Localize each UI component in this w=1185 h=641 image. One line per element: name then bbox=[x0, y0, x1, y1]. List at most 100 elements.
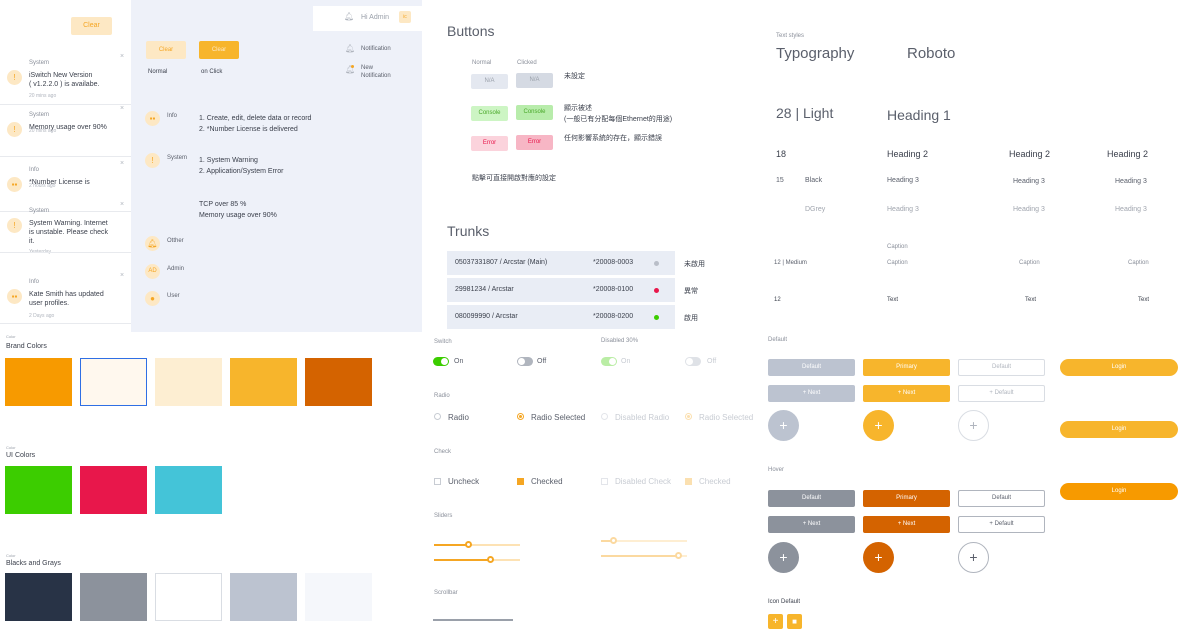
divider bbox=[0, 211, 131, 212]
notif-time: 2 hours ago bbox=[29, 183, 56, 189]
status-button-clicked[interactable]: Console bbox=[516, 105, 553, 120]
brand-color-swatch bbox=[230, 358, 297, 406]
notif-category: Info bbox=[29, 279, 40, 285]
hover-section-label: Hover bbox=[768, 467, 785, 473]
switch-off[interactable] bbox=[517, 357, 533, 366]
slider-knob-disabled bbox=[610, 537, 617, 544]
close-icon[interactable]: × bbox=[120, 201, 124, 208]
dgrey-label: DGrey bbox=[805, 206, 826, 213]
status-button-normal[interactable]: Console bbox=[471, 106, 508, 121]
default-section-label: Default bbox=[768, 337, 788, 343]
ui-color-swatch bbox=[155, 466, 222, 514]
add-circle-hover-grey[interactable]: + bbox=[768, 542, 799, 573]
notification-panel: Clear bbox=[0, 0, 131, 332]
grid-icon: ▪▪ bbox=[145, 111, 160, 126]
add-icon-button[interactable]: + bbox=[768, 614, 783, 629]
default-plus-outline-button[interactable]: + Default bbox=[958, 385, 1045, 402]
heading-2-c: Heading 2 bbox=[1107, 149, 1149, 159]
size-12: 12 bbox=[774, 297, 781, 303]
notif-message: System Warning. Internet is unstable. Pl… bbox=[29, 220, 108, 245]
checkbox-checked-disabled bbox=[685, 478, 692, 485]
next-label: Next bbox=[807, 390, 821, 396]
disabled-label: Disabled 30% bbox=[601, 338, 639, 344]
switch-on-disabled bbox=[601, 357, 617, 366]
next-default-button[interactable]: + Next bbox=[768, 385, 855, 402]
legend-type-desc: 1. Create, edit, delete data or record 2… bbox=[199, 115, 312, 133]
login-button[interactable]: Login bbox=[1060, 359, 1178, 376]
add-circle-hover-outline[interactable]: + bbox=[958, 542, 989, 573]
notif-time: 2 Days ago bbox=[29, 313, 55, 319]
admin-avatar: AD bbox=[145, 264, 160, 279]
black-label: Black bbox=[805, 177, 823, 184]
slider-fill bbox=[434, 544, 468, 546]
notif-category: System bbox=[29, 112, 50, 118]
alert-icon: ! bbox=[7, 218, 22, 233]
next-primary-button[interactable]: + Next bbox=[863, 385, 950, 402]
click-label: on Click bbox=[201, 69, 223, 75]
status-button-clicked[interactable]: N/A bbox=[516, 73, 553, 88]
add-circle-hover-primary[interactable]: + bbox=[863, 542, 894, 573]
checkbox-unchecked[interactable] bbox=[434, 478, 441, 485]
ui-color-swatch bbox=[5, 466, 72, 514]
add-circle-button-primary[interactable]: + bbox=[863, 410, 894, 441]
check-label: Check bbox=[434, 449, 452, 455]
default-outline-hover-button[interactable]: Default bbox=[958, 490, 1045, 507]
radio-disabled-text: Disabled Radio bbox=[615, 413, 670, 422]
clear-normal-button[interactable]: Clear bbox=[146, 41, 186, 59]
slider-knob[interactable] bbox=[465, 541, 472, 548]
avatar[interactable]: ic bbox=[399, 11, 411, 23]
default-outline-button[interactable]: Default bbox=[958, 359, 1045, 376]
clear-button[interactable]: Clear bbox=[71, 17, 112, 35]
heading-3-b: Heading 3 bbox=[1013, 178, 1045, 185]
trunk-name: 05037331807 / Arcstar (Main) bbox=[455, 259, 548, 266]
default-button[interactable]: Default bbox=[768, 359, 855, 376]
slider-knob[interactable] bbox=[487, 556, 494, 563]
notification-label: Notification bbox=[361, 46, 391, 52]
status-desc: 任何影響系統的存在，顯示錯誤 bbox=[564, 135, 662, 142]
trunk-code: *20008-0100 bbox=[593, 286, 634, 293]
clear-click-button[interactable]: Clear bbox=[199, 41, 239, 59]
radio-selected[interactable] bbox=[517, 413, 524, 420]
default-plus-outline-hover-button[interactable]: + Default bbox=[958, 516, 1045, 533]
divider bbox=[0, 156, 131, 157]
next-primary-hover-button[interactable]: + Next bbox=[863, 516, 950, 533]
delete-icon-button[interactable]: ■ bbox=[787, 614, 802, 629]
switch-on[interactable] bbox=[433, 357, 449, 366]
grays-color-swatch bbox=[155, 573, 222, 621]
radio-disabled bbox=[601, 413, 608, 420]
notif-time: 20 mins ago bbox=[29, 93, 57, 99]
legend-type-desc: 1. System Warning 2. Application/System … bbox=[199, 157, 284, 219]
login-button-pressed[interactable]: Login bbox=[1060, 483, 1178, 500]
heading-3-grey-a: Heading 3 bbox=[887, 206, 919, 213]
grays-colors-label: Blacks and Grays bbox=[6, 560, 61, 567]
close-icon[interactable]: × bbox=[120, 53, 124, 60]
add-circle-button-grey[interactable]: + bbox=[768, 410, 799, 441]
default-hover-button[interactable]: Default bbox=[768, 490, 855, 507]
legend-type-label: Otther bbox=[167, 238, 184, 244]
login-button-hover[interactable]: Login bbox=[1060, 421, 1178, 438]
close-icon[interactable]: × bbox=[120, 160, 124, 167]
add-circle-button-outline[interactable]: + bbox=[958, 410, 989, 441]
checkbox-checked[interactable] bbox=[517, 478, 524, 485]
next-default-hover-button[interactable]: + Next bbox=[768, 516, 855, 533]
primary-button[interactable]: Primary bbox=[863, 359, 950, 376]
close-icon[interactable]: × bbox=[120, 105, 124, 112]
brand-tag: Color bbox=[6, 334, 16, 339]
divider bbox=[0, 323, 131, 324]
close-icon[interactable]: × bbox=[120, 272, 124, 279]
status-button-clicked[interactable]: Error bbox=[516, 135, 553, 150]
switch-on-label: On bbox=[454, 358, 464, 365]
checked-text: Checked bbox=[531, 477, 563, 486]
radio-unselected[interactable] bbox=[434, 413, 441, 420]
bell-icon[interactable]: 🔔︎ bbox=[344, 12, 354, 21]
radio-selected-disabled-text: Radio Selected bbox=[699, 413, 754, 422]
status-button-normal[interactable]: N/A bbox=[471, 74, 508, 89]
user-icon: ● bbox=[145, 291, 160, 306]
primary-hover-button[interactable]: Primary bbox=[863, 490, 950, 507]
font-name: Roboto bbox=[907, 45, 956, 62]
scrollbar[interactable] bbox=[433, 619, 513, 621]
text-c: Text bbox=[1138, 297, 1150, 303]
radio-text: Radio bbox=[448, 413, 469, 422]
status-button-normal[interactable]: Error bbox=[471, 136, 508, 151]
uncheck-text: Uncheck bbox=[448, 477, 480, 486]
